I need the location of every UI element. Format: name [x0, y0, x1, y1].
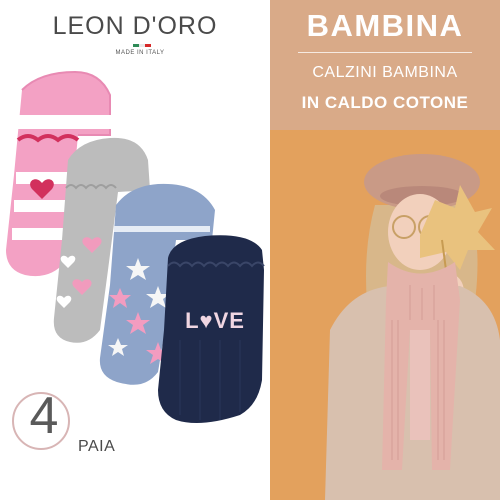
brand-logo: LEON D'ORO [52, 12, 218, 40]
navy-love-sock: L♥VE [158, 235, 265, 424]
banner-subtitle-1: CALZINI BAMBINA [312, 64, 458, 81]
brand-tagline: MADE IN ITALY [115, 50, 165, 56]
banner-title: BAMBINA [306, 8, 464, 43]
pair-unit-label: PAIA [78, 438, 116, 455]
banner-divider [298, 52, 472, 53]
italy-flag-icon [133, 44, 151, 47]
model-photo-panel: BAMBINA CALZINI BAMBINA IN CALDO COTONE [270, 0, 500, 500]
product-panel: LEON D'ORO MADE IN ITALY L♥VE 4 PAIA [0, 0, 270, 500]
title-banner: BAMBINA CALZINI BAMBINA IN CALDO COTONE [270, 0, 500, 130]
socks-illustration: L♥VE [6, 70, 265, 424]
sock-love-text: L♥VE [185, 308, 245, 333]
banner-subtitle-2: IN CALDO COTONE [301, 93, 469, 112]
pair-count: 4 [29, 387, 59, 445]
